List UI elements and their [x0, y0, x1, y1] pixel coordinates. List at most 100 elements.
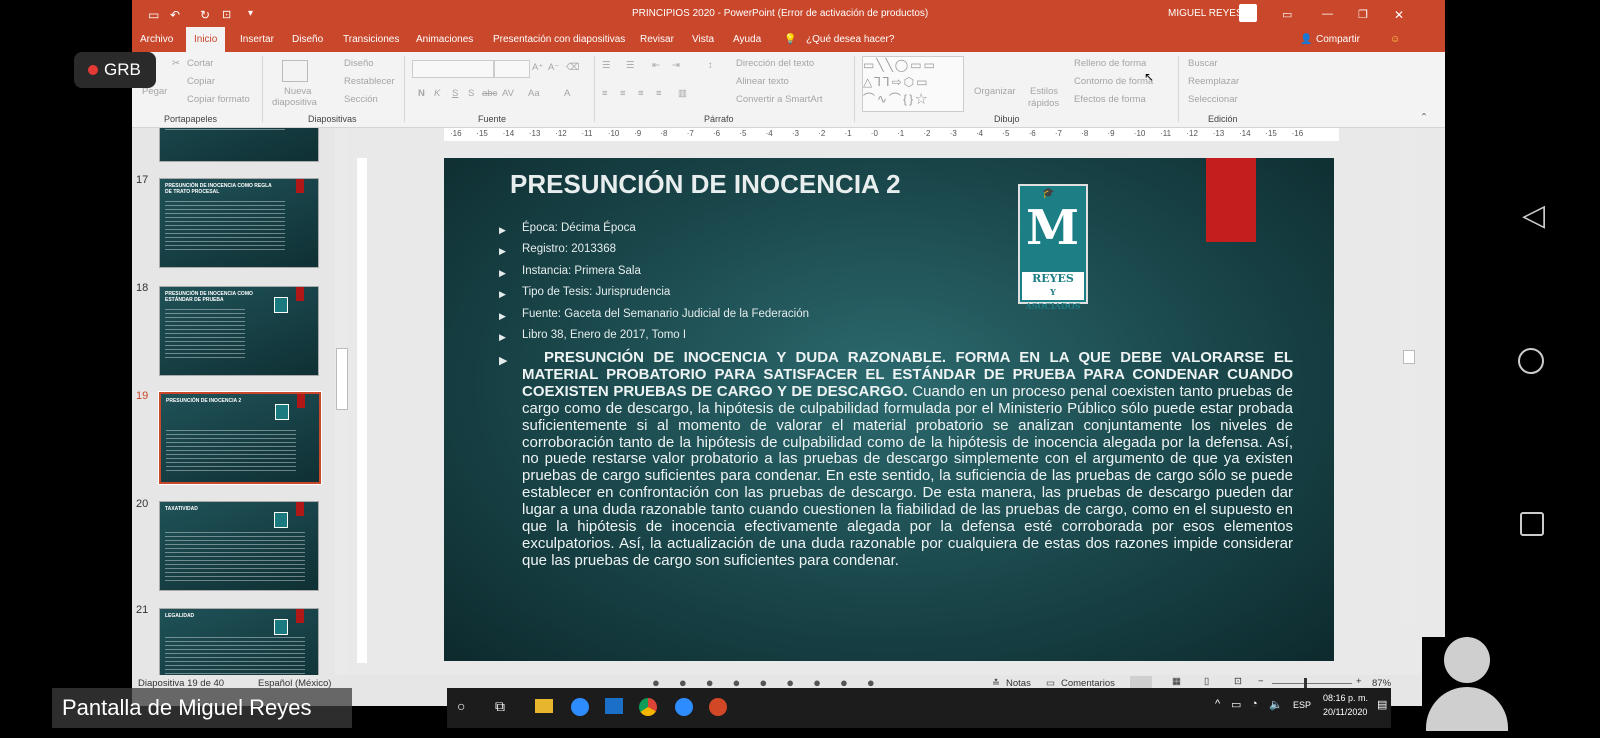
bullet-tipo-tesis[interactable]: Tipo de Tesis: Jurisprudencia [522, 286, 670, 298]
new-slide-button[interactable]: Nueva [284, 86, 311, 97]
bullet-fuente[interactable]: Fuente: Gaceta del Semanario Judicial de… [522, 308, 809, 320]
indent-icon[interactable]: ⇤ [652, 60, 660, 71]
justify-icon[interactable]: ≡ [656, 88, 662, 99]
slide-thumbnail-19-selected[interactable]: PRESUNCIÓN DE INOCENCIA 2 [158, 391, 322, 485]
increase-font-icon[interactable]: A⁺ [532, 62, 543, 73]
bullet-epoca[interactable]: Época: Décima Época [522, 222, 636, 234]
zoom-in-icon[interactable]: + [1356, 676, 1362, 687]
quick-styles-button[interactable]: Estilos [1030, 86, 1058, 97]
input-language[interactable]: ESP [1293, 700, 1311, 710]
tab-diseno[interactable]: Diseño [292, 34, 323, 45]
quick-styles-button-line2[interactable]: rápidos [1028, 98, 1059, 109]
powerpoint-taskbar-icon[interactable] [709, 698, 727, 716]
slide-scrollbar[interactable] [1402, 128, 1415, 624]
layout-button[interactable]: Diseño [344, 58, 374, 69]
zoom-slider[interactable] [1272, 683, 1352, 684]
shape-outline-button[interactable]: Contorno de forma [1074, 76, 1153, 87]
tab-presentacion[interactable]: Presentación con diapositivas [493, 34, 625, 45]
tab-animaciones[interactable]: Animaciones [416, 34, 473, 45]
zoom-app-icon-2[interactable] [675, 698, 693, 716]
replace-button[interactable]: Reemplazar [1188, 76, 1239, 87]
restore-icon[interactable]: ❐ [1358, 8, 1368, 21]
cut-button[interactable]: Cortar [187, 58, 213, 69]
reading-view-icon[interactable]: ▯ [1204, 676, 1209, 687]
scissors-icon[interactable]: ✂ [172, 58, 180, 69]
save-icon[interactable]: ▭ [148, 8, 159, 22]
strikethrough-button[interactable]: abc [482, 88, 497, 99]
tab-revisar[interactable]: Revisar [640, 34, 674, 45]
spacing-button[interactable]: AV [502, 88, 514, 99]
slide-thumbnail[interactable] [159, 128, 319, 162]
align-text-button[interactable]: Alinear texto [736, 76, 789, 87]
slide-canvas[interactable]: PRESUNCIÓN DE INOCENCIA 2 🎓 M REYES Y ASO… [444, 158, 1334, 661]
underline-button[interactable]: S [452, 88, 458, 99]
tab-vista[interactable]: Vista [692, 34, 714, 45]
thumbnails-scrollbar[interactable] [335, 128, 348, 675]
align-left-icon[interactable]: ≡ [602, 88, 608, 99]
file-explorer-icon[interactable] [535, 699, 553, 713]
presentation-start-icon[interactable]: ⊡ [222, 8, 231, 21]
slide-thumbnail-20[interactable]: TAXATIVIDAD [159, 501, 319, 591]
slide-thumbnail-18[interactable]: PRESUNCIÓN DE INOCENCIA COMO ESTÁNDAR DE… [159, 286, 319, 376]
redo-icon[interactable]: ↻ [200, 8, 210, 22]
reset-button[interactable]: Restablecer [344, 76, 395, 87]
slide-title[interactable]: PRESUNCIÓN DE INOCENCIA 2 [510, 169, 901, 200]
shape-fill-button[interactable]: Relleno de forma [1074, 58, 1146, 69]
store-icon[interactable] [605, 698, 623, 714]
line-spacing-icon[interactable]: ↕ [708, 60, 713, 71]
home-icon[interactable] [1518, 348, 1544, 374]
chrome-icon[interactable] [639, 698, 657, 716]
outdent-icon[interactable]: ⇥ [672, 60, 680, 71]
slide-scrollbar-thumb[interactable] [1403, 350, 1415, 364]
section-button[interactable]: Sección [344, 94, 378, 105]
tell-me-search[interactable]: ¿Qué desea hacer? [806, 34, 894, 45]
customize-toolbar-icon[interactable]: ▾ [248, 8, 253, 19]
user-avatar[interactable] [1239, 4, 1257, 22]
volume-icon[interactable]: 🔈 [1269, 698, 1283, 711]
text-direction-button[interactable]: Dirección del texto [736, 58, 814, 69]
zoom-app-icon[interactable] [571, 698, 589, 716]
change-case-button[interactable]: Aa [528, 88, 540, 99]
close-icon[interactable]: ✕ [1394, 8, 1404, 22]
tray-chevron-icon[interactable]: ^ [1215, 698, 1220, 710]
align-right-icon[interactable]: ≡ [638, 88, 644, 99]
tab-ayuda[interactable]: Ayuda [733, 34, 761, 45]
bullet-instancia[interactable]: Instancia: Primera Sala [522, 265, 641, 277]
notifications-icon[interactable]: ▤ [1377, 698, 1387, 711]
bullet-registro[interactable]: Registro: 2013368 [522, 243, 616, 255]
undo-icon[interactable]: ↶ [170, 8, 180, 22]
shadow-button[interactable]: S [468, 88, 474, 99]
numbering-icon[interactable]: ☰ [626, 60, 635, 71]
columns-icon[interactable]: ▥ [678, 88, 687, 99]
slide-thumbnail-17[interactable]: PRESUNCIÓN DE INOCENCIA COMO REGLA DE TR… [159, 178, 319, 268]
new-slide-icon[interactable] [282, 60, 308, 82]
copy-button[interactable]: Copiar [187, 76, 215, 87]
bold-button[interactable]: N [418, 88, 425, 99]
smiley-icon[interactable]: ☺ [1390, 34, 1400, 45]
format-painter-button[interactable]: Copiar formato [187, 94, 250, 105]
battery-icon[interactable]: ▭ [1231, 698, 1241, 711]
tab-inicio[interactable]: Inicio [186, 27, 226, 52]
share-button[interactable]: Compartir [1316, 34, 1360, 45]
thesis-paragraph[interactable]: PRESUNCIÓN DE INOCENCIA Y DUDA RAZONABLE… [522, 349, 1293, 570]
wifi-icon[interactable]: ◔ [1251, 698, 1258, 710]
scrollbar-thumb[interactable] [336, 348, 348, 410]
font-name-box[interactable] [412, 60, 494, 78]
smartart-button[interactable]: Convertir a SmartArt [736, 94, 823, 105]
ribbon-display-icon[interactable]: ▭ [1282, 8, 1292, 21]
clock-time[interactable]: 08:16 p. m. [1323, 693, 1368, 703]
font-color-button[interactable]: A [564, 88, 570, 99]
bullet-libro[interactable]: Libro 38, Enero de 2017, Tomo I [522, 329, 686, 341]
tab-transiciones[interactable]: Transiciones [343, 34, 399, 45]
bullets-icon[interactable]: ☰ [602, 60, 611, 71]
zoom-out-icon[interactable]: − [1258, 676, 1264, 687]
tab-insertar[interactable]: Insertar [240, 34, 274, 45]
shapes-gallery[interactable]: ▭╲╲◯▭▭ △⅂⅂⇨⬡▭ ⌒∿⌒{}☆ [862, 56, 964, 112]
minimize-icon[interactable]: — [1322, 8, 1333, 20]
find-button[interactable]: Buscar [1188, 58, 1218, 69]
select-button[interactable]: Seleccionar [1188, 94, 1238, 105]
clear-format-icon[interactable]: ⌫ [566, 62, 579, 73]
recents-icon[interactable] [1520, 512, 1544, 536]
font-size-box[interactable] [494, 60, 530, 78]
search-icon[interactable]: ○ [457, 698, 465, 714]
